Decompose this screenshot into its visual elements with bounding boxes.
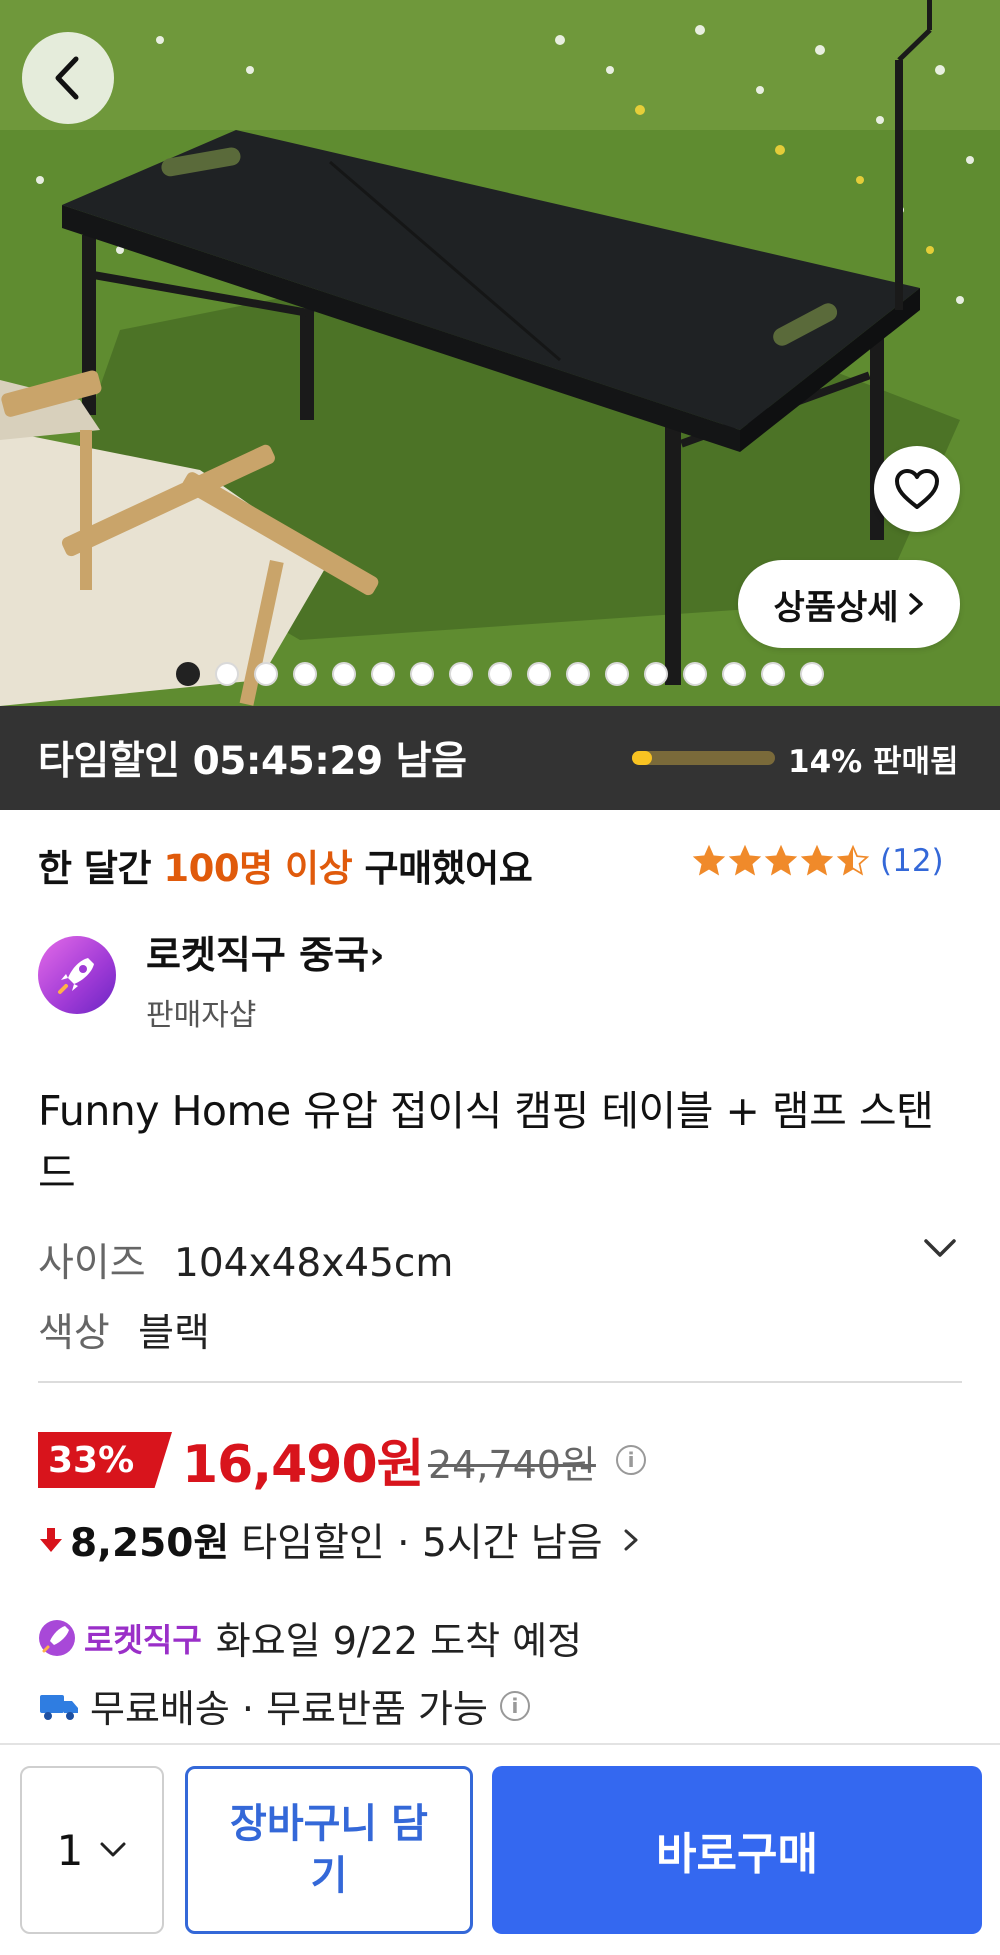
- rocket-icon: [39, 1619, 75, 1656]
- carousel-dot[interactable]: [722, 662, 746, 686]
- bottom-action-bar: 1 장바구니 담기 바로구매: [0, 1743, 1000, 1955]
- product-detail-label: 상품상세: [773, 587, 899, 628]
- price-info-button[interactable]: i: [616, 1445, 646, 1475]
- carousel-dot[interactable]: [410, 662, 434, 686]
- chevron-down-icon: [924, 1239, 956, 1257]
- star-icon: [728, 844, 762, 876]
- seller-name: 로켓직구 중국: [146, 933, 369, 977]
- timesale-remaining: 타임할인 · 5시간 남음: [241, 1521, 603, 1566]
- carousel-dot[interactable]: [215, 662, 239, 686]
- add-to-cart-button[interactable]: 장바구니 담기: [185, 1766, 473, 1934]
- heart-icon: [895, 469, 939, 509]
- carousel-dot[interactable]: [332, 662, 356, 686]
- star-icon: [836, 844, 870, 876]
- back-button[interactable]: [22, 32, 114, 124]
- carousel-indicator: [176, 662, 824, 686]
- option-size[interactable]: 사이즈 104x48x45cm: [38, 1232, 453, 1288]
- chevron-down-icon: [100, 1842, 126, 1857]
- rating-summary[interactable]: (12): [692, 843, 944, 879]
- option-size-value: 104x48x45cm: [174, 1241, 454, 1286]
- timesale-countdown: 타임할인 05:45:29 남음: [38, 739, 467, 784]
- seller-logo[interactable]: [38, 936, 116, 1014]
- info-icon[interactable]: i: [499, 1690, 530, 1721]
- quantity-value: 1: [56, 1825, 84, 1875]
- seller-name-link[interactable]: 로켓직구 중국›: [146, 924, 385, 979]
- carousel-dot[interactable]: [683, 662, 707, 686]
- option-color-key: 색상: [38, 1311, 110, 1356]
- carousel-dot[interactable]: [761, 662, 785, 686]
- sold-percentage: 14% 판매됨: [788, 744, 959, 780]
- review-count[interactable]: (12): [880, 843, 944, 879]
- purchase-prefix: 한 달간: [38, 847, 152, 890]
- options-expand-button[interactable]: [922, 1236, 958, 1264]
- rating-stars: [692, 844, 870, 878]
- seller-arrow: ›: [369, 933, 385, 977]
- sale-price: 16,490원: [182, 1435, 425, 1495]
- timesale-bar: 타임할인 05:45:29 남음 14% 판매됨: [0, 706, 1000, 810]
- carousel-dot[interactable]: [371, 662, 395, 686]
- truck-icon: [40, 1694, 78, 1720]
- info-icon: i: [616, 1445, 646, 1475]
- star-icon: [800, 844, 834, 876]
- section-divider: [38, 1381, 962, 1383]
- purchase-highlight: 100명 이상: [163, 847, 353, 890]
- star-icon: [764, 844, 798, 876]
- timesale-discount-row[interactable]: 8,250원 타임할인 · 5시간 남음: [38, 1512, 641, 1568]
- free-shipping-row: 무료배송 · 무료반품 가능 i: [38, 1678, 530, 1733]
- rocket-jikgu-label: 로켓직구: [84, 1620, 202, 1659]
- discount-badge: 33%: [38, 1432, 172, 1488]
- option-size-key: 사이즈: [38, 1241, 146, 1286]
- carousel-dot[interactable]: [293, 662, 317, 686]
- seller-shop-label: 판매자샵: [146, 998, 257, 1033]
- product-detail-button[interactable]: 상품상세: [738, 560, 960, 648]
- carousel-dot[interactable]: [254, 662, 278, 686]
- buy-now-button[interactable]: 바로구매: [492, 1766, 982, 1934]
- chevron-right-icon: [624, 1529, 638, 1551]
- carousel-dot[interactable]: [176, 662, 200, 686]
- star-icon: [692, 844, 726, 876]
- purchase-count-text: 한 달간 100명 이상 구매했어요: [38, 838, 533, 892]
- carousel-dot[interactable]: [527, 662, 551, 686]
- carousel-dot[interactable]: [449, 662, 473, 686]
- arrow-down-icon: [40, 1528, 62, 1552]
- add-to-cart-label: 장바구니 담기: [230, 1801, 428, 1899]
- carousel-dot[interactable]: [566, 662, 590, 686]
- quantity-select[interactable]: 1: [20, 1766, 164, 1934]
- option-color[interactable]: 색상 블랙: [38, 1302, 210, 1358]
- rocket-delivery-row: 로켓직구 화요일 9/22 도착 예정: [38, 1610, 582, 1665]
- rocket-icon: [58, 958, 94, 994]
- purchase-suffix: 구매했어요: [364, 847, 533, 890]
- option-color-value: 블랙: [138, 1311, 210, 1356]
- sold-progress-fill: [632, 751, 653, 765]
- chevron-right-icon: [908, 593, 923, 615]
- carousel-dot[interactable]: [605, 662, 629, 686]
- carousel-dot[interactable]: [488, 662, 512, 686]
- chevron-left-icon: [55, 56, 79, 100]
- arrival-date: 화요일 9/22 도착 예정: [215, 1619, 583, 1663]
- timesale-amount: 8,250원: [70, 1521, 230, 1566]
- original-price: 24,740원: [428, 1443, 596, 1487]
- carousel-dot[interactable]: [800, 662, 824, 686]
- wishlist-button[interactable]: [874, 446, 960, 532]
- carousel-dot[interactable]: [644, 662, 668, 686]
- product-title: Funny Home 유압 접이식 캠핑 테이블 + 램프 스탠드: [38, 1087, 934, 1197]
- product-image-carousel[interactable]: 상품상세: [0, 0, 1000, 706]
- sold-progress-bar: [632, 751, 775, 765]
- buy-now-label: 바로구매: [656, 1829, 818, 1880]
- free-shipping-text: 무료배송 · 무료반품 가능: [90, 1687, 488, 1731]
